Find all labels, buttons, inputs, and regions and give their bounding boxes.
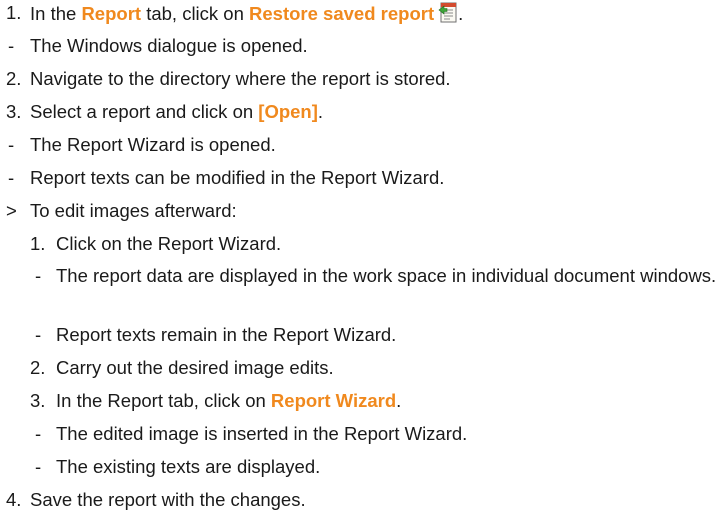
substep-text: In the Report tab, click on Report Wizar… [56,390,401,412]
result-text: The Windows dialogue is opened. [30,35,308,56]
result-marker: - [8,167,15,188]
result-marker: - [8,134,15,155]
result-marker: - [35,324,42,345]
restore-saved-report-icon [438,2,458,24]
text-fragment: . [317,101,324,122]
result-text: Report texts can be modified in the Repo… [30,167,445,188]
step-text: In the Report tab, click on Restore save… [30,2,463,25]
report-wizard-label: Report Wizard [270,390,397,411]
step-number: 2. [6,68,22,89]
optional-marker: > [6,200,17,221]
tab-name-report: Report [81,3,142,24]
substep-text: Click on the Report Wizard. [56,233,282,254]
optional-text: To edit images afterward: [30,200,237,221]
result-marker: - [35,456,42,477]
open-button-label: [Open] [258,101,318,122]
result-text: The edited image is inserted in the Repo… [56,423,468,444]
step-number: 4. [6,489,22,510]
step-text: Navigate to the directory where the repo… [30,68,451,89]
substep-number: 1. [30,233,46,254]
step-number: 3. [6,101,22,122]
result-text: Report texts remain in the Report Wizard… [56,324,397,345]
substep-number: 3. [30,390,46,411]
text-fragment: In the Report tab, click on [56,390,271,411]
result-marker: - [35,265,42,286]
result-text: The Report Wizard is opened. [30,134,276,155]
result-marker: - [35,423,42,444]
text-fragment: . [458,3,464,24]
restore-saved-report-label: Restore saved report [249,3,435,24]
step-text: Select a report and click on [Open]. [30,101,323,123]
result-text: The existing texts are displayed. [56,456,321,477]
step-text: Save the report with the changes. [30,489,306,510]
result-marker: - [8,35,15,56]
text-fragment: In the [30,3,82,24]
substep-number: 2. [30,357,46,378]
text-fragment: . [396,390,402,411]
text-fragment: tab, click on [141,3,250,24]
step-number: 1. [6,2,22,23]
text-fragment: Select a report and click on [30,101,259,122]
result-text: The report data are displayed in the wor… [56,265,717,286]
substep-text: Carry out the desired image edits. [56,357,334,378]
